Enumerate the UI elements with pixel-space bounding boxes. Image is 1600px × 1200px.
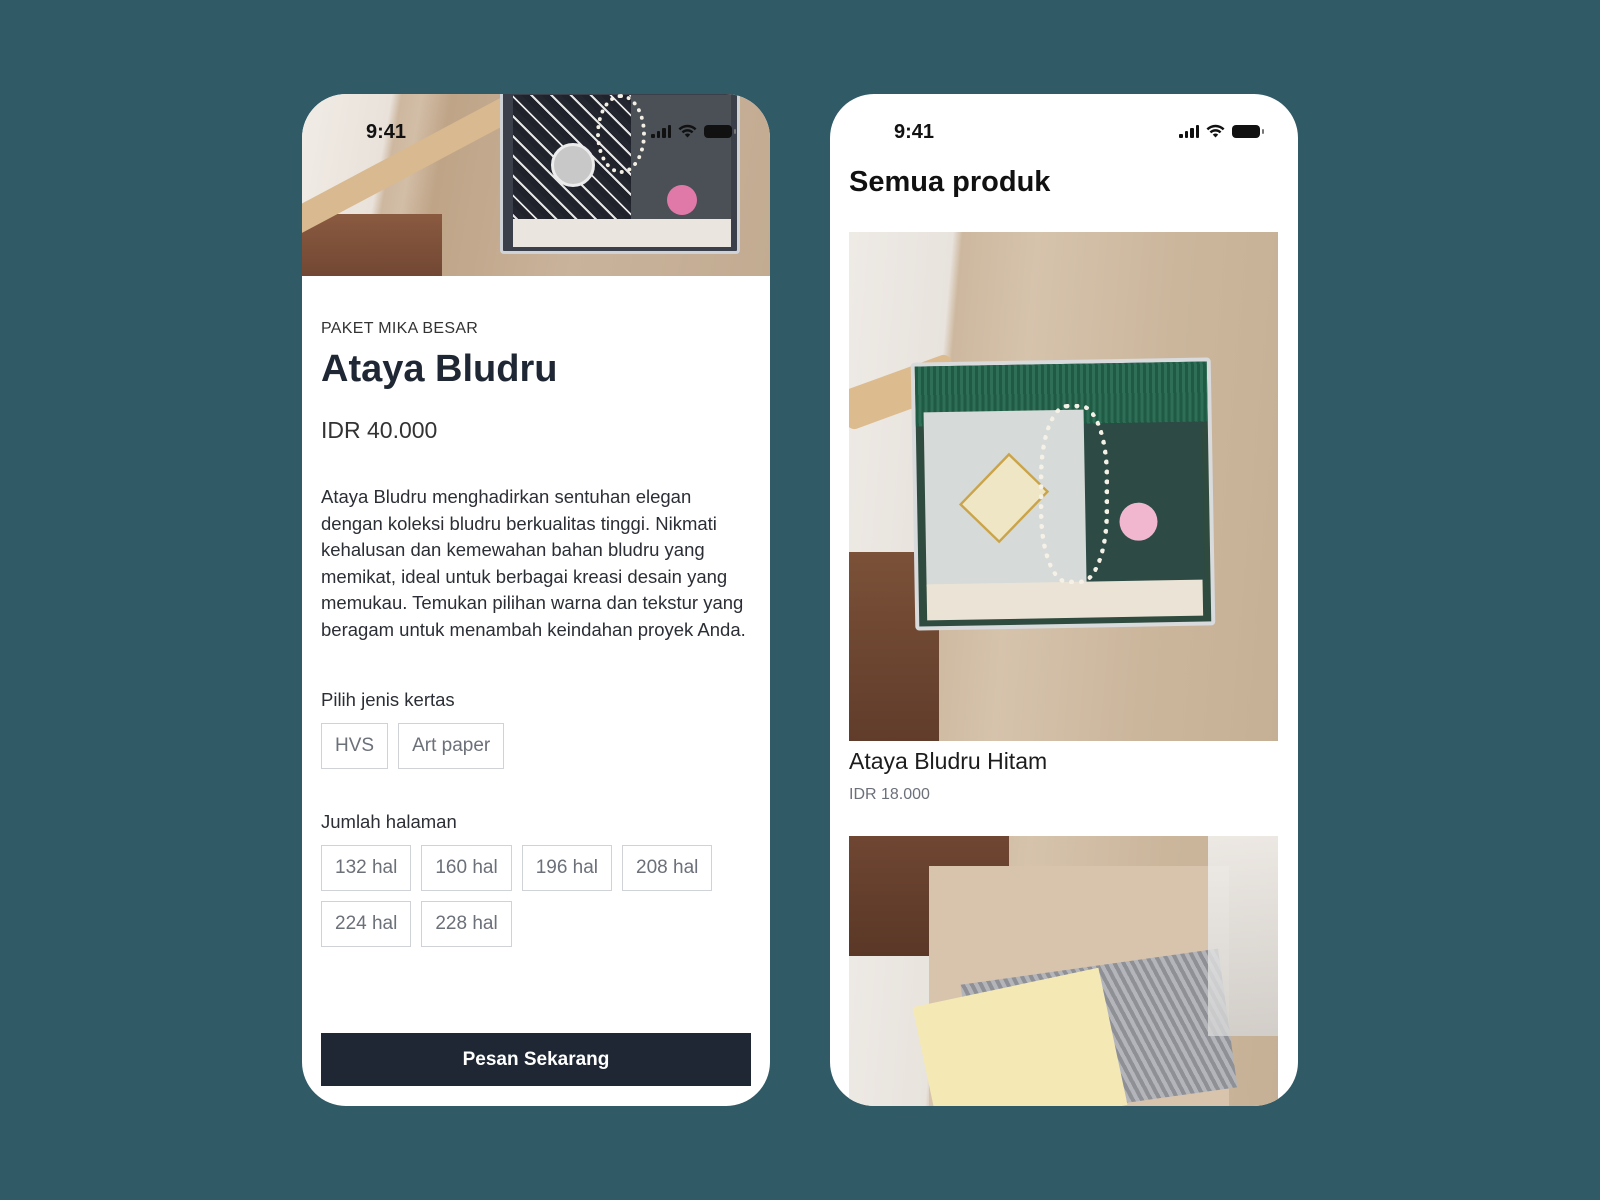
page-count-label: Jumlah halaman bbox=[321, 811, 457, 832]
battery-icon bbox=[1232, 124, 1264, 138]
product-detail-screen: 9:41 PAKET MIKA BESAR Ataya Bludru IDR 4… bbox=[302, 94, 770, 1106]
paper-type-options: HVS Art paper bbox=[321, 723, 751, 769]
paper-option-hvs[interactable]: HVS bbox=[321, 723, 389, 769]
product-price: IDR 40.000 bbox=[321, 417, 438, 443]
status-bar: 9:41 bbox=[302, 94, 770, 176]
product-image[interactable] bbox=[849, 232, 1278, 741]
page-option-224[interactable]: 224 hal bbox=[321, 901, 412, 947]
status-time: 9:41 bbox=[366, 121, 407, 143]
paper-type-label: Pilih jenis kertas bbox=[321, 689, 455, 710]
page-option-208[interactable]: 208 hal bbox=[622, 845, 713, 891]
status-time: 9:41 bbox=[894, 121, 935, 143]
signal-icon bbox=[651, 124, 671, 138]
wifi-icon bbox=[678, 124, 697, 138]
product-price: IDR 18.000 bbox=[849, 786, 930, 803]
order-now-button[interactable]: Pesan Sekarang bbox=[321, 1033, 751, 1086]
status-bar: 9:41 bbox=[830, 94, 1298, 176]
product-title: Ataya Bludru bbox=[321, 348, 558, 390]
product-name[interactable]: Ataya Bludru Hitam bbox=[849, 748, 1047, 775]
page-option-228[interactable]: 228 hal bbox=[421, 901, 512, 947]
page-option-132[interactable]: 132 hal bbox=[321, 845, 412, 891]
product-category: PAKET MIKA BESAR bbox=[321, 320, 479, 337]
product-list-screen: 9:41 Semua produk Ataya Bludru Hitam IDR… bbox=[830, 94, 1298, 1106]
paper-option-art-paper[interactable]: Art paper bbox=[398, 723, 505, 769]
wifi-icon bbox=[1206, 124, 1225, 138]
product-image[interactable] bbox=[849, 836, 1278, 1106]
product-description: Ataya Bludru menghadirkan sentuhan elega… bbox=[321, 486, 746, 640]
page-count-options: 132 hal 160 hal 196 hal 208 hal 224 hal … bbox=[321, 845, 751, 947]
signal-icon bbox=[1179, 124, 1199, 138]
battery-icon bbox=[704, 124, 736, 138]
product-info: PAKET MIKA BESAR Ataya Bludru IDR 40.000… bbox=[321, 276, 751, 947]
page-option-196[interactable]: 196 hal bbox=[521, 845, 613, 891]
page-option-160[interactable]: 160 hal bbox=[421, 845, 512, 891]
